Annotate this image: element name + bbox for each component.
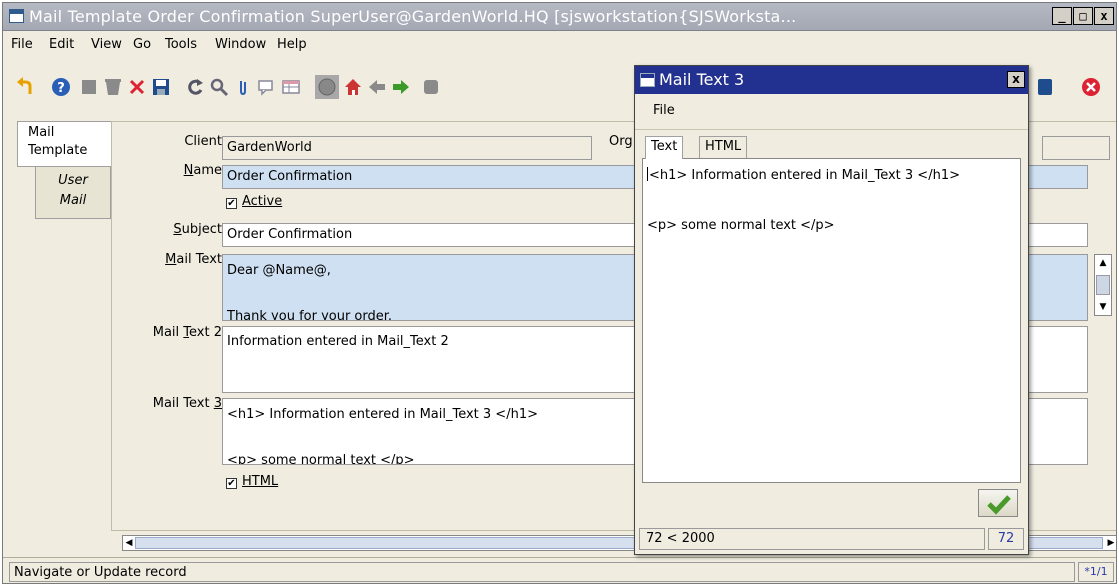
history-icon[interactable] xyxy=(315,75,339,99)
title-bar[interactable]: Mail Template Order Confirmation SuperUs… xyxy=(3,3,1116,31)
help-icon[interactable]: ? xyxy=(51,77,71,97)
org-label: Org xyxy=(609,134,633,149)
mailtext-scrollbar[interactable]: ▲ ▼ xyxy=(1094,254,1112,316)
dialog-close-button[interactable]: x xyxy=(1007,71,1025,88)
save-icon[interactable] xyxy=(151,77,171,97)
mail-text-dialog: Mail Text 3 x File Text HTML <h1> Inform… xyxy=(634,65,1029,555)
dialog-divider xyxy=(635,129,1028,130)
attachment-icon[interactable] xyxy=(233,77,253,97)
tab-text[interactable]: Text xyxy=(645,136,684,159)
undo-icon[interactable] xyxy=(15,77,35,97)
name-label: Name xyxy=(183,163,222,178)
status-text: Navigate or Update record xyxy=(9,562,1075,582)
find-icon[interactable] xyxy=(209,77,229,97)
maximize-button[interactable]: □ xyxy=(1073,7,1093,25)
status-bar: Navigate or Update record *1/1 xyxy=(3,557,1116,583)
menu-tools[interactable]: Tools xyxy=(165,37,197,52)
menu-view[interactable]: View xyxy=(91,37,122,52)
mailtext2-label: Mail Text 2 xyxy=(152,325,222,340)
chat-icon[interactable] xyxy=(257,77,277,97)
forward-icon[interactable] xyxy=(391,77,411,97)
org-field[interactable] xyxy=(1042,136,1110,160)
exit-icon[interactable] xyxy=(1081,77,1101,97)
refresh-icon[interactable] xyxy=(185,77,205,97)
client-field[interactable]: GardenWorld xyxy=(222,136,592,160)
length-info: 72 < 2000 xyxy=(639,528,985,550)
delete-icon[interactable] xyxy=(103,77,123,97)
menu-bar: File Edit View Go Tools Window Help xyxy=(3,32,1116,56)
window-icon xyxy=(9,9,24,23)
tab-user-mail[interactable]: User Mail xyxy=(35,167,111,219)
delete-x-icon[interactable] xyxy=(127,77,147,97)
new-record-icon[interactable] xyxy=(79,77,99,97)
grid-icon[interactable] xyxy=(281,77,301,97)
print-icon[interactable] xyxy=(1035,77,1055,97)
main-window: Mail Template Order Confirmation SuperUs… xyxy=(2,2,1117,584)
subject-label: Subject xyxy=(173,222,222,237)
dialog-title-bar[interactable]: Mail Text 3 x xyxy=(635,66,1028,94)
html-checkbox[interactable]: ✔ HTML xyxy=(226,474,278,489)
text-caret xyxy=(647,167,648,181)
menu-file[interactable]: File xyxy=(11,37,33,52)
checkmark-icon: ✔ xyxy=(226,478,237,489)
record-indicator[interactable]: *1/1 xyxy=(1078,562,1114,582)
menu-help[interactable]: Help xyxy=(277,37,307,52)
length-count: 72 xyxy=(988,528,1024,550)
window-title: Mail Template Order Confirmation SuperUs… xyxy=(29,7,797,26)
checkmark-icon xyxy=(987,495,1011,515)
scroll-right-icon[interactable]: ▶ xyxy=(1105,536,1116,550)
back-icon[interactable] xyxy=(367,77,387,97)
dialog-text-editor[interactable]: <h1> Information entered in Mail_Text 3 … xyxy=(642,158,1021,483)
ok-button[interactable] xyxy=(978,489,1018,517)
dialog-title: Mail Text 3 xyxy=(659,70,745,89)
scroll-left-icon[interactable]: ◀ xyxy=(123,536,135,550)
menu-go[interactable]: Go xyxy=(133,37,151,52)
mailtext3-label: Mail Text 3 xyxy=(152,396,222,411)
mailtext-label: Mail Text xyxy=(165,252,222,267)
home-icon[interactable] xyxy=(343,77,363,97)
scroll-up-icon[interactable]: ▲ xyxy=(1096,257,1110,269)
tab-mail-template[interactable]: Mail Template xyxy=(17,121,111,167)
window-icon xyxy=(640,73,655,87)
client-label: Client xyxy=(184,134,222,149)
scroll-down-icon[interactable]: ▼ xyxy=(1096,301,1110,313)
lookup-icon[interactable] xyxy=(421,77,441,97)
menu-edit[interactable]: Edit xyxy=(49,37,74,52)
svg-text:?: ? xyxy=(57,81,65,96)
scroll-thumb[interactable] xyxy=(1096,275,1110,295)
close-button[interactable]: x xyxy=(1094,7,1114,25)
menu-window[interactable]: Window xyxy=(215,37,266,52)
dialog-menu-file[interactable]: File xyxy=(653,103,675,118)
active-checkbox[interactable]: ✔ Active xyxy=(226,194,282,209)
tab-html[interactable]: HTML xyxy=(699,136,748,158)
checkmark-icon: ✔ xyxy=(226,198,237,209)
minimize-button[interactable]: _ xyxy=(1052,7,1072,25)
